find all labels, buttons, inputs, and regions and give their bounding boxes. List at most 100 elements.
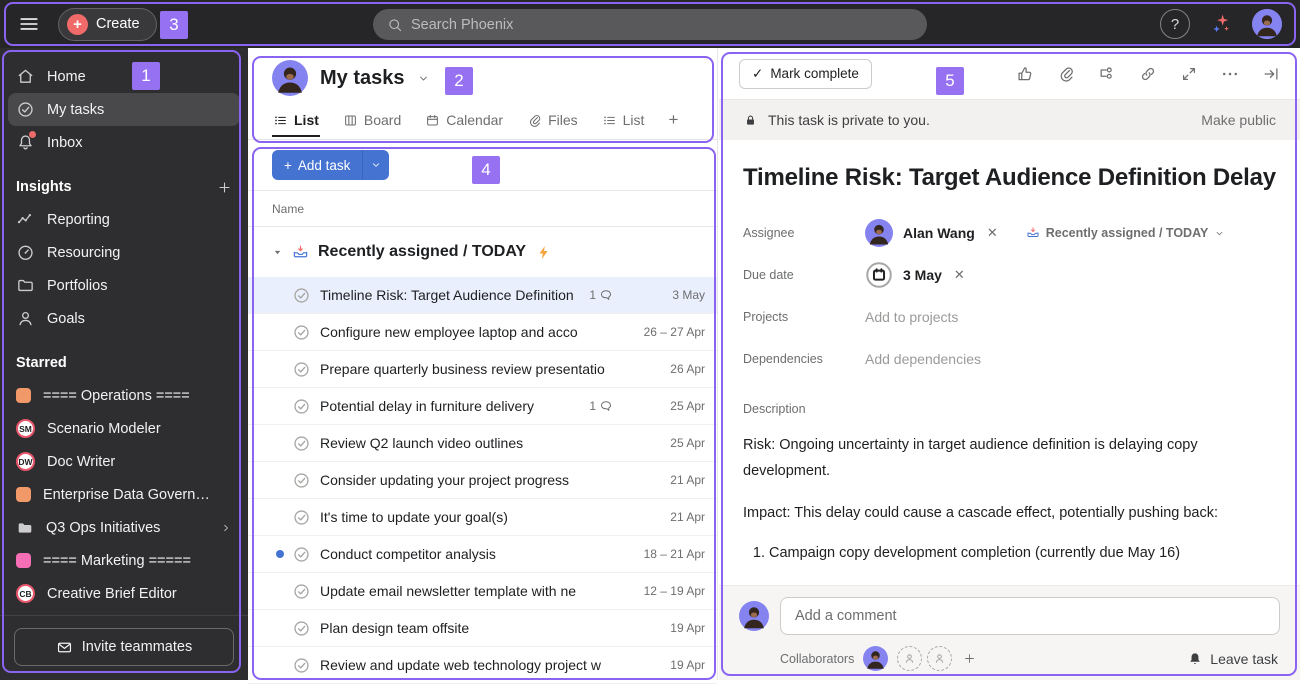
- sidebar-item-resourcing[interactable]: Resourcing: [0, 236, 248, 269]
- add-dependencies-button[interactable]: Add dependencies: [865, 351, 981, 367]
- complete-task-icon[interactable]: [292, 397, 311, 416]
- hamburger-menu-icon[interactable]: [18, 13, 40, 35]
- tab-files[interactable]: Files: [526, 108, 579, 137]
- task-row[interactable]: Potential delay in furniture delivery 1 2…: [248, 388, 717, 425]
- expand-icon[interactable]: [1180, 65, 1198, 83]
- description-numbered-list[interactable]: Campaign copy development completion (cu…: [749, 540, 1276, 566]
- sidebar-item-inbox[interactable]: Inbox: [0, 126, 248, 159]
- task-name[interactable]: Prepare quarterly business review presen…: [320, 361, 617, 377]
- add-collaborator-icon[interactable]: [963, 652, 976, 665]
- task-row[interactable]: Configure new employee laptop and acco 26…: [248, 314, 717, 351]
- sidebar-item-portfolios[interactable]: Portfolios: [0, 269, 248, 302]
- complete-task-icon[interactable]: [292, 545, 311, 564]
- assignee-section-tag[interactable]: Recently assigned / TODAY: [1026, 226, 1226, 240]
- sidebar-item-label: Home: [47, 68, 86, 85]
- task-name[interactable]: Potential delay in furniture delivery: [320, 398, 585, 414]
- collapse-caret-icon[interactable]: [272, 247, 283, 258]
- task-list: Timeline Risk: Target Audience Definitio…: [248, 277, 717, 684]
- complete-task-icon[interactable]: [292, 619, 311, 638]
- remove-assignee-icon[interactable]: ✕: [985, 225, 1000, 241]
- starred-item[interactable]: Q3 Ops Initiatives: [0, 511, 248, 544]
- starred-item[interactable]: CB Creative Brief Editor: [0, 577, 248, 610]
- starred-item-label: ==== Operations ====: [43, 387, 190, 404]
- empty-collaborator-slot[interactable]: [927, 646, 953, 671]
- task-row[interactable]: Plan design team offsite 19 Apr: [248, 610, 717, 647]
- task-row[interactable]: Update email newsletter template with ne…: [248, 573, 717, 610]
- chevron-right-icon[interactable]: [220, 522, 232, 534]
- task-row[interactable]: Conduct competitor analysis 18 – 21 Apr: [248, 536, 717, 573]
- help-icon[interactable]: ?: [1160, 9, 1190, 39]
- task-row[interactable]: Timeline Risk: Target Audience Definitio…: [248, 277, 717, 314]
- complete-task-icon[interactable]: [292, 656, 311, 675]
- paperclip-icon[interactable]: [1057, 65, 1075, 83]
- thumbs-up-icon[interactable]: [1016, 65, 1034, 83]
- add-tab-button[interactable]: +: [667, 106, 679, 139]
- complete-task-icon[interactable]: [292, 286, 311, 305]
- sidebar-item-reporting[interactable]: Reporting: [0, 203, 248, 236]
- search-input[interactable]: Search Phoenix: [373, 9, 927, 40]
- complete-task-icon[interactable]: [292, 434, 311, 453]
- ai-sparkles-icon[interactable]: [1210, 13, 1232, 35]
- calendar-circle-icon[interactable]: [865, 261, 893, 289]
- sidebar-item-home[interactable]: Home: [0, 60, 248, 93]
- empty-collaborator-slot[interactable]: [897, 646, 923, 671]
- task-name[interactable]: Configure new employee laptop and acco: [320, 324, 617, 340]
- add-task-split-button[interactable]: + Add task: [272, 150, 390, 180]
- tab-list[interactable]: List: [601, 108, 646, 137]
- task-name[interactable]: Conduct competitor analysis: [320, 546, 617, 562]
- add-task-button[interactable]: + Add task: [272, 150, 364, 180]
- inbox-tray-icon: [292, 244, 309, 261]
- task-name[interactable]: Review Q2 launch video outlines: [320, 435, 617, 451]
- sidebar-item-my-tasks[interactable]: My tasks: [8, 93, 240, 126]
- task-name[interactable]: Consider updating your project progress: [320, 472, 617, 488]
- mark-complete-button[interactable]: ✓ Mark complete: [739, 58, 872, 89]
- task-name[interactable]: Plan design team offsite: [320, 620, 617, 636]
- invite-teammates-button[interactable]: Invite teammates: [14, 628, 234, 666]
- task-row[interactable]: It's time to update your goal(s) 21 Apr: [248, 499, 717, 536]
- starred-item[interactable]: SM Scenario Modeler: [0, 412, 248, 445]
- complete-task-icon[interactable]: [292, 471, 311, 490]
- task-row[interactable]: Review and update web technology project…: [248, 647, 717, 684]
- assignee-name[interactable]: Alan Wang: [903, 225, 975, 241]
- complete-task-icon[interactable]: [292, 360, 311, 379]
- task-row[interactable]: Consider updating your project progress 2…: [248, 462, 717, 499]
- add-insight-icon[interactable]: [217, 180, 232, 195]
- task-name[interactable]: It's time to update your goal(s): [320, 509, 617, 525]
- starred-item[interactable]: Enterprise Data Governance: [0, 478, 248, 511]
- complete-task-icon[interactable]: [292, 508, 311, 527]
- more-actions-icon[interactable]: [1221, 65, 1239, 83]
- starred-item-label: Scenario Modeler: [47, 420, 161, 437]
- task-name[interactable]: Update email newsletter template with ne: [320, 583, 617, 599]
- add-to-projects-button[interactable]: Add to projects: [865, 309, 958, 325]
- complete-task-icon[interactable]: [292, 323, 311, 342]
- close-panel-icon[interactable]: [1262, 65, 1280, 83]
- tab-board[interactable]: Board: [342, 108, 402, 137]
- description-text[interactable]: Risk: Ongoing uncertainty in target audi…: [743, 432, 1276, 526]
- task-name[interactable]: Timeline Risk: Target Audience Definitio…: [320, 287, 585, 303]
- tab-list[interactable]: List: [272, 108, 320, 137]
- comment-input[interactable]: Add a comment: [780, 597, 1280, 635]
- make-public-button[interactable]: Make public: [1201, 112, 1276, 128]
- invite-teammates-label: Invite teammates: [81, 639, 193, 655]
- subtasks-icon[interactable]: [1098, 65, 1116, 83]
- due-date-value[interactable]: 3 May: [903, 267, 942, 283]
- section-header[interactable]: Recently assigned / TODAY: [248, 227, 717, 277]
- task-row[interactable]: Review Q2 launch video outlines 25 Apr: [248, 425, 717, 462]
- user-avatar[interactable]: [1252, 9, 1282, 39]
- starred-item[interactable]: ==== Marketing =====: [0, 544, 248, 577]
- sidebar-item-goals[interactable]: Goals: [0, 302, 248, 335]
- tab-calendar[interactable]: Calendar: [424, 108, 504, 137]
- starred-item[interactable]: ==== Operations ====: [0, 379, 248, 412]
- complete-task-icon[interactable]: [292, 582, 311, 601]
- remove-due-date-icon[interactable]: ✕: [952, 267, 967, 283]
- task-row[interactable]: Prepare quarterly business review presen…: [248, 351, 717, 388]
- leave-task-button[interactable]: Leave task: [1187, 651, 1280, 667]
- title-chevron-down-icon[interactable]: [417, 72, 430, 85]
- copy-link-icon[interactable]: [1139, 65, 1157, 83]
- collaborator-avatar[interactable]: [863, 646, 889, 671]
- starred-item[interactable]: DW Doc Writer: [0, 445, 248, 478]
- create-button[interactable]: + Create: [58, 7, 157, 41]
- task-title[interactable]: Timeline Risk: Target Audience Definitio…: [743, 164, 1276, 192]
- task-name[interactable]: Review and update web technology project…: [320, 657, 617, 673]
- add-task-dropdown-icon[interactable]: [363, 150, 390, 180]
